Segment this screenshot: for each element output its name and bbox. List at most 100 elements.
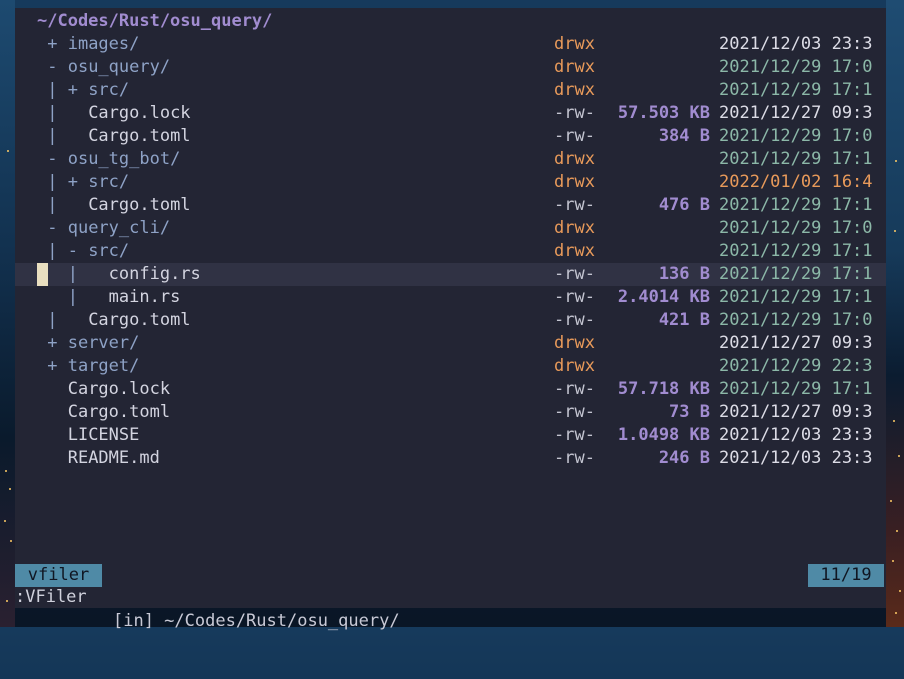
- row-permissions: drwx: [554, 333, 595, 353]
- background-light: [895, 160, 897, 162]
- directory-name: src/: [88, 80, 130, 100]
- row-name: | + src/: [37, 171, 129, 194]
- tree-prefix: | +: [37, 80, 89, 100]
- file-name: Cargo.toml: [67, 402, 171, 422]
- file-name: Cargo.lock: [88, 103, 191, 123]
- background-light: [7, 150, 9, 152]
- command-line[interactable]: :VFiler: [15, 587, 886, 608]
- tree-row-file[interactable]: | config.rs -rw- 136 B 2021/12/29 17:1: [15, 263, 886, 286]
- tree-prefix: | -: [37, 241, 89, 261]
- tree-prefix: | +: [37, 172, 89, 192]
- tree-row-file[interactable]: | Cargo.lock -rw- 57.503 KB 2021/12/27 09:3: [15, 102, 886, 125]
- file-name: README.md: [67, 448, 160, 468]
- tree-row-file[interactable]: | Cargo.toml -rw- 421 B 2021/12/29 17:0: [15, 309, 886, 332]
- row-name: Cargo.lock: [37, 378, 170, 401]
- row-permissions: drwx: [554, 34, 595, 54]
- background-light: [899, 590, 901, 592]
- row-modified-date: 2021/12/03 23:3: [719, 448, 873, 468]
- row-permissions: -rw-: [554, 103, 595, 123]
- tree-row-directory[interactable]: | + src/drwx 2022/01/02 16:4: [15, 171, 886, 194]
- vfiler-header-path: ~/Codes/Rust/osu_query/: [37, 11, 273, 31]
- directory-name: src/: [88, 172, 130, 192]
- tree-prefix: +: [37, 356, 68, 376]
- desktop-background-right: [886, 0, 904, 627]
- tree-row-file[interactable]: Cargo.lock -rw- 57.718 KB 2021/12/29 17:1: [15, 378, 886, 401]
- file-name: Cargo.toml: [88, 310, 191, 330]
- terminal-window[interactable]: ~/Codes/Rust/osu_query/ + images/drwx 202…: [15, 8, 886, 631]
- row-permissions: -rw-: [554, 310, 595, 330]
- background-light: [10, 540, 12, 542]
- background-light: [896, 530, 898, 532]
- tree-row-file[interactable]: README.md -rw- 246 B 2021/12/03 23:3: [15, 447, 886, 470]
- row-modified-date: 2021/12/29 17:1: [719, 379, 873, 399]
- tree-row-directory[interactable]: + images/drwx 2021/12/03 23:3: [15, 33, 886, 56]
- tree-prefix: |: [37, 103, 89, 123]
- directory-name: query_cli/: [67, 218, 171, 238]
- row-permissions: -rw-: [554, 425, 595, 445]
- tree-prefix: [37, 448, 68, 468]
- row-name: README.md: [37, 447, 160, 470]
- row-size: 246 B: [658, 448, 710, 468]
- row-modified-date: 2021/12/27 09:3: [719, 333, 873, 353]
- row-permissions: drwx: [554, 356, 595, 376]
- file-name: Cargo.toml: [88, 126, 191, 146]
- row-name: | main.rs: [37, 286, 181, 309]
- status-path: [in] ~/Codes/Rust/osu_query/: [113, 611, 400, 631]
- row-permissions: -rw-: [554, 448, 595, 468]
- row-size: 476 B: [658, 195, 710, 215]
- row-size: 136 B: [658, 264, 710, 284]
- row-size: 57.503 KB: [617, 103, 710, 123]
- directory-name: src/: [88, 241, 130, 261]
- cursor-position-badge: 11/19: [808, 564, 884, 587]
- row-modified-date: 2022/01/02 16:4: [719, 172, 873, 192]
- row-permissions: drwx: [554, 218, 595, 238]
- tree-row-file[interactable]: | Cargo.toml -rw- 384 B 2021/12/29 17:0: [15, 125, 886, 148]
- row-name: | Cargo.toml: [37, 309, 191, 332]
- row-modified-date: 2021/12/27 09:3: [719, 402, 873, 422]
- tree-row-directory[interactable]: - query_cli/drwx 2021/12/29 17:0: [15, 217, 886, 240]
- row-name: Cargo.toml: [37, 401, 170, 424]
- tree-prefix: -: [37, 218, 68, 238]
- background-light: [895, 612, 897, 614]
- tree-row-file[interactable]: Cargo.toml -rw- 73 B 2021/12/27 09:3: [15, 401, 886, 424]
- row-modified-date: 2021/12/29 17:1: [719, 241, 873, 261]
- tree-prefix: [37, 379, 68, 399]
- tree-row-directory[interactable]: - osu_query/drwx 2021/12/29 17:0: [15, 56, 886, 79]
- row-modified-date: 2021/12/29 17:1: [719, 264, 873, 284]
- tree-prefix: -: [37, 149, 68, 169]
- directory-name: server/: [67, 333, 140, 353]
- file-name: LICENSE: [67, 425, 140, 445]
- background-light: [890, 500, 892, 502]
- tree-prefix: [37, 402, 68, 422]
- row-permissions: drwx: [554, 57, 595, 77]
- desktop-background-left: [0, 0, 15, 627]
- directory-name: osu_query/: [67, 57, 171, 77]
- row-name: | - src/: [37, 240, 129, 263]
- tree-row-directory[interactable]: | + src/drwx 2021/12/29 17:1: [15, 79, 886, 102]
- tree-row-directory[interactable]: | - src/drwx 2021/12/29 17:1: [15, 240, 886, 263]
- tree-row-directory[interactable]: + target/drwx 2021/12/29 22:3: [15, 355, 886, 378]
- file-name: main.rs: [108, 287, 181, 307]
- row-name: | Cargo.lock: [37, 102, 191, 125]
- row-permissions: -rw-: [554, 379, 595, 399]
- row-name: - query_cli/: [37, 217, 170, 240]
- background-light: [892, 560, 894, 562]
- background-light: [894, 230, 896, 232]
- tree-prefix: |: [37, 195, 89, 215]
- row-name: LICENSE: [37, 424, 140, 447]
- background-light: [5, 470, 7, 472]
- row-modified-date: 2021/12/29 17:0: [719, 126, 873, 146]
- tree-row-file[interactable]: LICENSE -rw- 1.0498 KB 2021/12/03 23:3: [15, 424, 886, 447]
- row-modified-date: 2021/12/29 17:1: [719, 80, 873, 100]
- tree-row-file[interactable]: | Cargo.toml -rw- 476 B 2021/12/29 17:1: [15, 194, 886, 217]
- tree-row-directory[interactable]: + server/drwx 2021/12/27 09:3: [15, 332, 886, 355]
- tree-prefix: [37, 425, 68, 445]
- row-name: | + src/: [37, 79, 129, 102]
- row-modified-date: 2021/12/29 17:0: [719, 218, 873, 238]
- row-name: - osu_query/: [37, 56, 170, 79]
- row-permissions: drwx: [554, 241, 595, 261]
- row-name: + images/: [37, 33, 139, 56]
- row-modified-date: 2021/12/29 17:1: [719, 287, 873, 307]
- tree-row-file[interactable]: | main.rs -rw- 2.4014 KB 2021/12/29 17:1: [15, 286, 886, 309]
- tree-row-directory[interactable]: - osu_tg_bot/drwx 2021/12/29 17:1: [15, 148, 886, 171]
